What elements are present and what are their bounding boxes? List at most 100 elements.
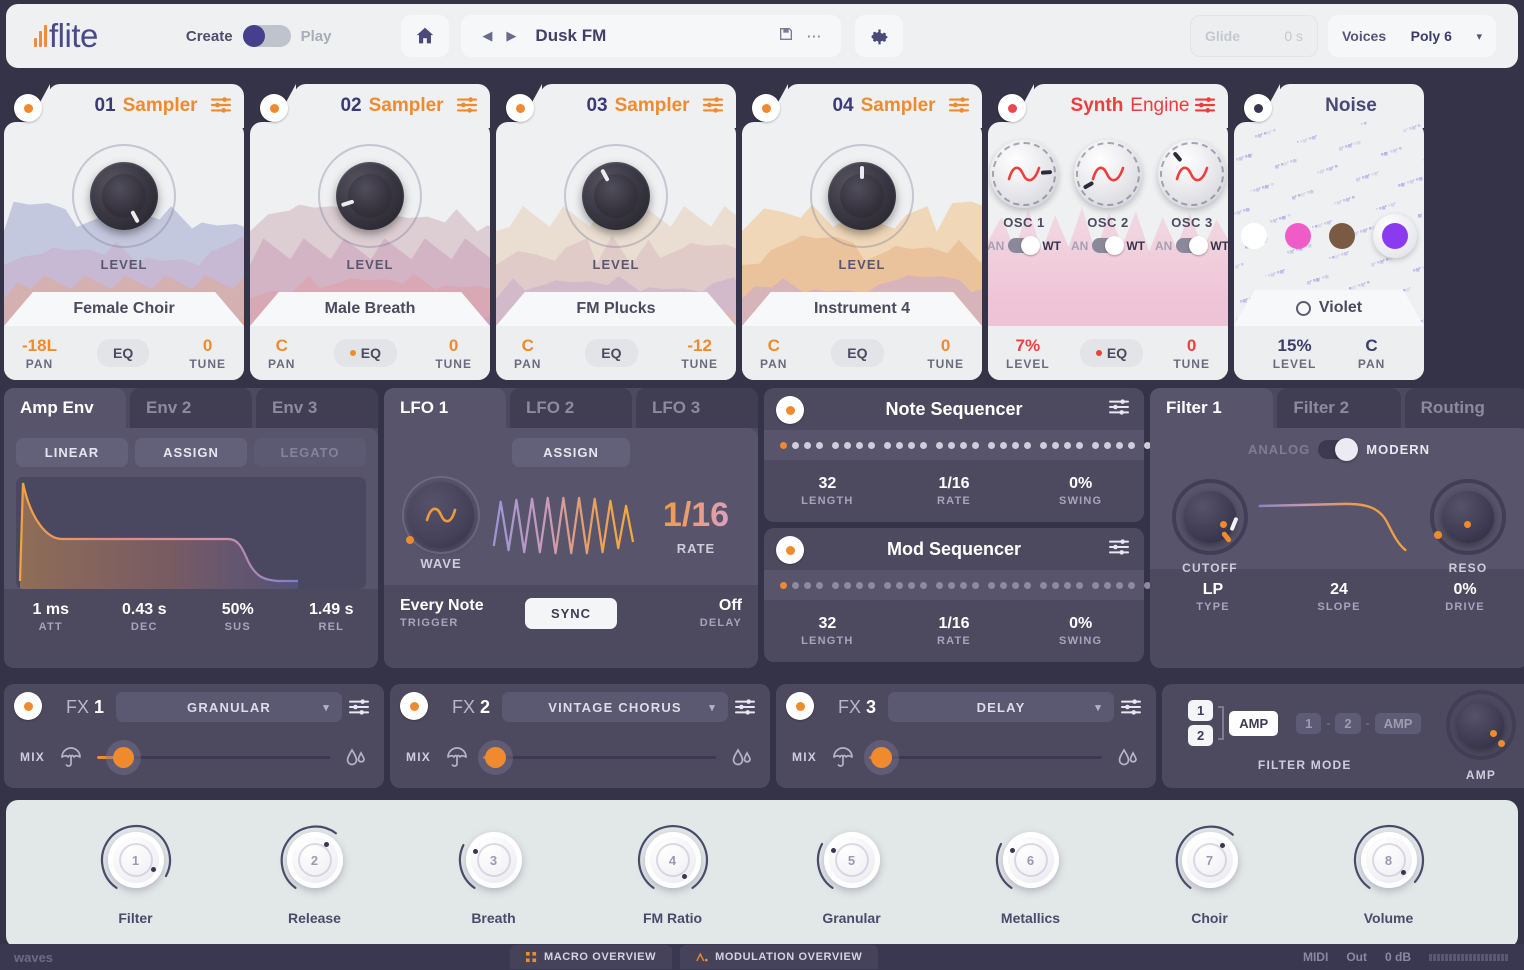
tab-amp-env[interactable]: Amp Env — [4, 388, 126, 428]
tab-lfo-3[interactable]: LFO 3 — [636, 388, 758, 428]
sequencer-step-15[interactable] — [960, 581, 967, 589]
noise-color-3-selected[interactable] — [1373, 214, 1417, 258]
noise-color-2[interactable] — [1329, 223, 1355, 249]
sequencer-step-18[interactable] — [1000, 581, 1007, 589]
sequencer-step-9[interactable] — [884, 581, 891, 589]
source-pan[interactable]: -18L PAN — [22, 336, 57, 371]
sequencer-step-13[interactable] — [936, 441, 943, 449]
source-settings-icon[interactable] — [948, 96, 970, 119]
lfo-delay[interactable]: Off DELAY — [628, 597, 742, 629]
previous-preset-button[interactable]: ◀ — [475, 28, 499, 44]
tab-lfo-2[interactable]: LFO 2 — [510, 388, 632, 428]
source-sample-name[interactable]: Male Breath — [250, 292, 490, 326]
tab-env-3[interactable]: Env 3 — [256, 388, 378, 428]
sequencer-step-23[interactable] — [1064, 581, 1071, 589]
sequencer-step-8[interactable] — [868, 441, 875, 449]
sequencer-step-4[interactable] — [816, 441, 823, 449]
fx-3-power-button[interactable] — [786, 692, 814, 720]
fx-2-power-button[interactable] — [400, 692, 428, 720]
sequencer-step-25[interactable] — [1092, 581, 1099, 589]
env-sus[interactable]: 50% SUS — [191, 601, 285, 633]
source-sample-name[interactable]: Female Choir — [4, 292, 244, 326]
source-power-04[interactable] — [752, 94, 780, 122]
macro-5-knob[interactable]: 5 — [814, 822, 890, 898]
sequencer-step-13[interactable] — [936, 581, 943, 589]
osc-mode-switch[interactable] — [1008, 236, 1041, 255]
noise-power-button[interactable] — [1244, 94, 1272, 122]
macro-6-knob[interactable]: 6 — [993, 822, 1069, 898]
sequencer-step-19[interactable] — [1012, 581, 1019, 589]
tab-env-2[interactable]: Env 2 — [130, 388, 252, 428]
level-knob[interactable] — [564, 144, 668, 248]
source-pan[interactable]: C PAN — [760, 336, 787, 371]
sequencer-step-7[interactable] — [856, 441, 863, 449]
modulation-overview-button[interactable]: MODULATION OVERVIEW — [680, 945, 879, 969]
noise-color-0[interactable] — [1241, 223, 1267, 249]
level-knob[interactable] — [318, 144, 422, 248]
source-power-01[interactable] — [14, 94, 42, 122]
tab-routing[interactable]: Routing — [1404, 388, 1524, 428]
mode-toggle-switch[interactable] — [242, 25, 291, 47]
noise-color-1[interactable] — [1285, 223, 1311, 249]
sequencer-step-20[interactable] — [1024, 581, 1031, 589]
sequencer-step-14[interactable] — [948, 441, 955, 449]
synth-tune[interactable]: 0 TUNE — [1173, 336, 1210, 371]
macro-4-knob[interactable]: 4 — [635, 822, 711, 898]
source-settings-icon[interactable] — [702, 96, 724, 119]
sequencer-step-18[interactable] — [1000, 441, 1007, 449]
source-tune[interactable]: 0 TUNE — [927, 336, 964, 371]
source-power-02[interactable] — [260, 94, 288, 122]
sequencer-step-25[interactable] — [1092, 441, 1099, 449]
sequencer-step-5[interactable] — [832, 441, 839, 449]
sequencer-power-button[interactable] — [776, 396, 804, 424]
sequencer-step-27[interactable] — [1116, 441, 1123, 449]
envelope-mode-assign[interactable]: ASSIGN — [135, 438, 247, 467]
source-pan[interactable]: C PAN — [268, 336, 295, 371]
filter-mode-toggle[interactable]: ANALOG MODERN — [1150, 428, 1524, 461]
source-eq-button[interactable]: EQ — [97, 339, 150, 367]
source-power-03[interactable] — [506, 94, 534, 122]
sequencer-step-1[interactable] — [780, 441, 787, 449]
sequencer-step-9[interactable] — [884, 441, 891, 449]
envelope-mode-legato[interactable]: LEGATO — [254, 438, 366, 467]
sequencer-step-21[interactable] — [1040, 581, 1047, 589]
glide-control[interactable]: Glide 0 s — [1190, 15, 1318, 57]
source-settings-icon[interactable] — [456, 96, 478, 119]
osc-mode-switch[interactable] — [1092, 236, 1125, 255]
lfo-trigger[interactable]: Every Note TRIGGER — [400, 597, 514, 629]
sequencer-step-6[interactable] — [844, 441, 851, 449]
sequencer-step-4[interactable] — [816, 581, 823, 589]
sequencer-step-19[interactable] — [1012, 441, 1019, 449]
sequencer-step-11[interactable] — [908, 581, 915, 589]
level-knob[interactable] — [72, 144, 176, 248]
next-preset-button[interactable]: ▶ — [499, 28, 523, 44]
macro-overview-button[interactable]: MACRO OVERVIEW — [510, 945, 673, 969]
sequencer-step-1[interactable] — [780, 581, 787, 589]
source-tune[interactable]: 0 TUNE — [435, 336, 472, 371]
sequencer-swing[interactable]: 0% SWING — [1017, 475, 1144, 507]
sequencer-step-12[interactable] — [920, 441, 927, 449]
macro-8-knob[interactable]: 8 — [1351, 822, 1427, 898]
sequencer-step-16[interactable] — [972, 581, 979, 589]
lfo-wave-knob[interactable] — [402, 475, 480, 554]
sequencer-step-16[interactable] — [972, 441, 979, 449]
sequencer-step-17[interactable] — [988, 441, 995, 449]
sequencer-length[interactable]: 32 LENGTH — [764, 475, 891, 507]
noise-pan[interactable]: C PAN — [1358, 336, 1385, 371]
filter-mode-serial[interactable]: 1 - 2 - AMP — [1296, 712, 1422, 734]
envelope-graph[interactable] — [16, 477, 366, 589]
sequencer-step-3[interactable] — [804, 581, 811, 589]
filter-analog-modern-switch[interactable] — [1318, 438, 1359, 461]
osc-mode-switch[interactable] — [1176, 236, 1209, 255]
sequencer-step-3[interactable] — [804, 441, 811, 449]
macro-2-knob[interactable]: 2 — [277, 822, 353, 898]
tab-lfo-1[interactable]: LFO 1 — [384, 388, 506, 428]
sequencer-step-22[interactable] — [1052, 441, 1059, 449]
filter-drive[interactable]: 0% DRIVE — [1402, 581, 1524, 613]
tab-filter-1[interactable]: Filter 1 — [1150, 388, 1274, 428]
sequencer-settings-icon[interactable] — [1108, 538, 1130, 561]
synth-eq-button[interactable]: EQ — [1079, 339, 1144, 367]
sequencer-step-12[interactable] — [920, 581, 927, 589]
sequencer-step-10[interactable] — [896, 581, 903, 589]
sequencer-settings-icon[interactable] — [1108, 398, 1130, 421]
